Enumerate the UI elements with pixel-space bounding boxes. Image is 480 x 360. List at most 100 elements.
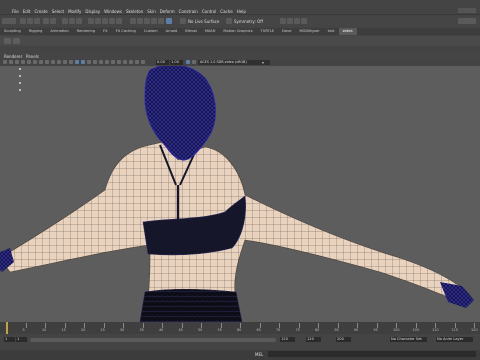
motion-blur-icon[interactable] — [105, 60, 109, 64]
backface-cull-icon[interactable] — [135, 60, 139, 64]
shelf-tool-icon[interactable] — [4, 38, 11, 44]
hud-icon[interactable] — [141, 60, 145, 64]
new-scene-icon[interactable] — [20, 18, 26, 24]
playback-end-field[interactable]: 200 — [336, 337, 351, 342]
playhead[interactable] — [6, 322, 8, 334]
sign-in-icon[interactable] — [458, 18, 476, 24]
shelf-tab-modifiguer[interactable]: MODifiguer — [295, 28, 323, 35]
shelf-tool-icon[interactable] — [13, 38, 20, 44]
undo-icon[interactable] — [43, 18, 49, 24]
render-settings-icon[interactable] — [294, 18, 300, 24]
safe-action-icon[interactable] — [57, 60, 61, 64]
camera-select-icon[interactable] — [3, 60, 7, 64]
shadows-icon[interactable] — [93, 60, 97, 64]
shelf-tab-dave[interactable]: Dave — [278, 28, 295, 35]
select-component-icon[interactable] — [76, 18, 82, 24]
command-input[interactable] — [268, 351, 476, 357]
color-management-icon[interactable] — [186, 60, 190, 64]
resolution-gate-icon[interactable] — [39, 60, 43, 64]
render-icon[interactable] — [280, 18, 286, 24]
shelf-tab-test[interactable]: test — [324, 28, 339, 35]
isolate-select-icon[interactable] — [117, 60, 121, 64]
hypershade-icon[interactable] — [301, 18, 307, 24]
character-model[interactable] — [0, 66, 480, 322]
shelf-tab-animation[interactable]: Animation — [46, 28, 72, 35]
character-set-dropdown[interactable]: No Character Set — [390, 337, 427, 342]
snap-grid-icon[interactable] — [130, 18, 136, 24]
smooth-shade-icon[interactable] — [69, 60, 73, 64]
open-scene-icon[interactable] — [27, 18, 33, 24]
color-space-dropdown[interactable]: ACES 1.0 SDR-video (sRGB) — [198, 60, 270, 65]
snap-point-icon[interactable] — [144, 18, 150, 24]
menu-create[interactable]: Create — [34, 9, 47, 14]
anti-alias-icon[interactable] — [111, 60, 115, 64]
image-plane-icon[interactable] — [21, 60, 25, 64]
menu-help[interactable]: Help — [237, 9, 246, 14]
select-hierarchy-icon[interactable] — [62, 18, 68, 24]
shelf-tab-rendering[interactable]: Rendering — [73, 28, 99, 35]
snap-surface-icon[interactable] — [158, 18, 164, 24]
select-by-curve-icon[interactable] — [109, 18, 115, 24]
ambient-occlusion-icon[interactable] — [99, 60, 103, 64]
shelf-tab-fx-caching[interactable]: FX Caching — [112, 28, 140, 35]
xray-joints-icon[interactable] — [129, 60, 133, 64]
shelf-tab-fx[interactable]: FX — [99, 28, 112, 35]
select-by-surface-icon[interactable] — [116, 18, 122, 24]
menu-control[interactable]: Control — [202, 9, 216, 14]
snap-curve-icon[interactable] — [137, 18, 143, 24]
gate-mask-icon[interactable] — [45, 60, 49, 64]
symmetry-label[interactable]: Symmetry: Off — [234, 19, 263, 24]
near-clip-field[interactable]: 0.00 — [156, 60, 169, 65]
mode-selector-icon[interactable] — [2, 18, 16, 24]
select-by-joint-icon[interactable] — [102, 18, 108, 24]
shelf-tab-mash[interactable]: MASH — [201, 28, 220, 35]
chevron-down-icon[interactable]: ▾ — [262, 60, 264, 65]
range-start-field[interactable]: 1 — [16, 337, 27, 342]
shelf-tab-turtle[interactable]: TURTLE — [257, 28, 279, 35]
live-surface-label[interactable]: No Live Surface — [188, 19, 219, 24]
live-surface-icon[interactable] — [180, 18, 186, 24]
select-object-icon[interactable] — [69, 18, 75, 24]
textured-icon[interactable] — [81, 60, 85, 64]
menu-file[interactable]: File — [12, 9, 19, 14]
menu-select[interactable]: Select — [52, 9, 64, 14]
time-slider[interactable]: 5 10 15 20 25 30 35 40 45 50 55 60 65 70 75 80 85 90 95 100… — [0, 322, 480, 334]
end-time-field[interactable]: 120 — [306, 337, 321, 342]
menu-cache[interactable]: Cache — [220, 9, 232, 14]
select-by-handle-icon[interactable] — [95, 18, 101, 24]
grid-icon[interactable] — [27, 60, 31, 64]
menu-edit[interactable]: Edit — [23, 9, 31, 14]
wireframe-icon[interactable] — [63, 60, 67, 64]
field-chart-icon[interactable] — [51, 60, 55, 64]
anim-layer-dropdown[interactable]: No Anim Layer — [436, 337, 473, 342]
command-language[interactable]: MEL — [255, 352, 263, 357]
ipr-icon[interactable] — [287, 18, 293, 24]
menu-display[interactable]: Display — [85, 9, 100, 14]
menu-skeleton[interactable]: Skeleton — [126, 9, 143, 14]
menu-skin[interactable]: Skin — [147, 9, 156, 14]
select-by-type-icon[interactable] — [88, 18, 94, 24]
menu-constrain[interactable]: Constrain — [179, 9, 198, 14]
shelf-tab-rigging[interactable]: Rigging — [25, 28, 47, 35]
xray-icon[interactable] — [123, 60, 127, 64]
menu-windows[interactable]: Windows — [104, 9, 122, 14]
save-scene-icon[interactable] — [34, 18, 40, 24]
shelf-tab-zebra[interactable]: zebra — [338, 28, 357, 35]
shelf-tab-sculpting[interactable]: Sculpting — [0, 28, 25, 35]
shelf-tab-custom[interactable]: Custom — [140, 28, 162, 35]
film-gate-icon[interactable] — [33, 60, 37, 64]
bookmark-icon[interactable] — [15, 60, 19, 64]
symmetry-icon[interactable] — [226, 18, 232, 24]
shelf-tab-motion-graphics[interactable]: Motion Graphics — [219, 28, 256, 35]
camera-attr-icon[interactable] — [9, 60, 13, 64]
camera-settings-icon[interactable] — [192, 60, 196, 64]
lights-icon[interactable] — [87, 60, 91, 64]
range-slider[interactable] — [30, 338, 276, 342]
far-clip-field[interactable]: 1.00 — [170, 60, 183, 65]
wire-on-shaded-icon[interactable] — [75, 60, 79, 64]
menu-deform[interactable]: Deform — [160, 9, 175, 14]
snap-view-icon[interactable] — [151, 18, 157, 24]
shelf-tab-arnold[interactable]: Arnold — [162, 28, 182, 35]
start-time-field[interactable]: 1 — [4, 337, 15, 342]
redo-icon[interactable] — [50, 18, 56, 24]
